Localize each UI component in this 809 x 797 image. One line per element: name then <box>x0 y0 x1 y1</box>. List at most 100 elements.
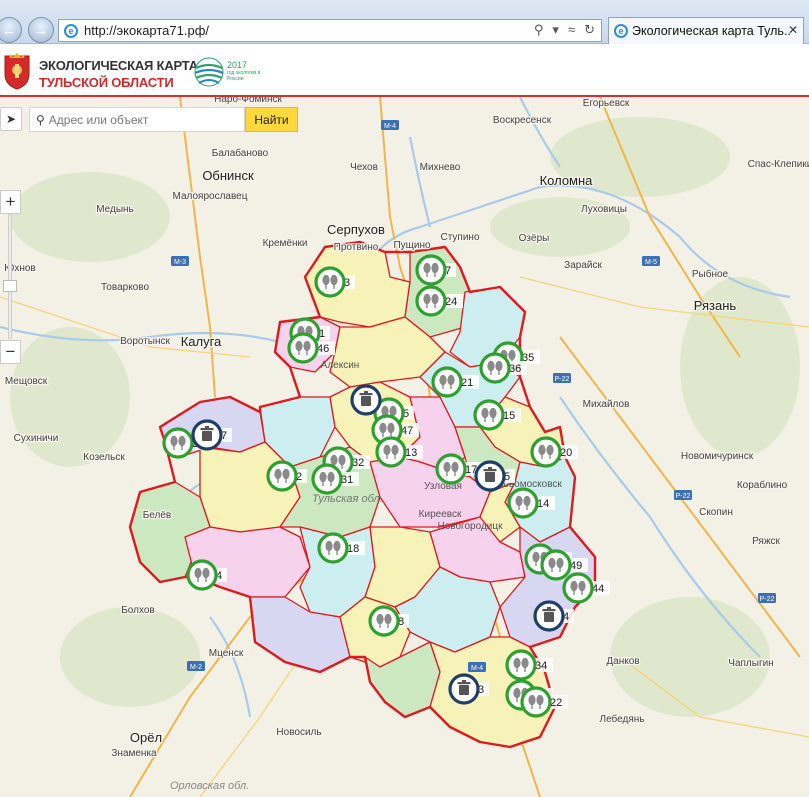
year-caption: год экологии в России <box>227 70 261 82</box>
city-label: Ряжск <box>752 536 780 547</box>
road-sign: Р-22 <box>758 593 776 603</box>
marker-count: 32 <box>352 457 364 469</box>
browser-tab[interactable]: e Экологическая карта Туль... ✕ <box>608 17 804 44</box>
city-label: Чаплыгин <box>728 658 773 669</box>
city-label: Зарайск <box>564 260 602 271</box>
road-sign-label: Р-22 <box>760 596 775 603</box>
city-label: Луховицы <box>581 204 627 215</box>
road-sign-label: Р-22 <box>676 493 691 500</box>
town-label: Киреевск <box>419 509 462 520</box>
city-label: Знаменка <box>111 748 157 759</box>
logo-title[interactable]: ЭКОЛОГИЧЕСКАЯ КАРТА <box>39 58 198 73</box>
city-label: Озёры <box>519 233 550 244</box>
back-button[interactable]: ← <box>0 17 22 43</box>
city-label: Новосиль <box>276 727 321 738</box>
city-label: Медынь <box>96 204 134 215</box>
marker-count: 15 <box>503 410 515 422</box>
browser-toolbar: ← → e http://экокарта71.рф/ ⚲ ▾ ≈ ↻ e Эк… <box>0 0 809 44</box>
trash-can-icon <box>457 680 471 695</box>
map-search-input[interactable] <box>48 112 239 127</box>
geolocation-button[interactable]: ➤ <box>0 107 22 131</box>
road-sign: Р-22 <box>553 373 571 383</box>
city-label: Рязань <box>694 298 737 313</box>
marker-count: 21 <box>461 377 473 389</box>
town-label: Новогородицк <box>438 521 504 532</box>
city-label: Кремёнки <box>263 238 308 249</box>
marker-count: 47 <box>401 425 413 437</box>
dropdown-icon[interactable]: ▾ <box>552 22 559 38</box>
refresh-icon[interactable]: ↻ <box>584 22 595 38</box>
trash-can-icon <box>200 426 214 441</box>
city-label: Серпухов <box>327 222 385 237</box>
city-label: Скопин <box>699 507 733 518</box>
city-label: Егорьевск <box>583 98 630 109</box>
road-sign-label: М-3 <box>174 259 186 266</box>
forward-arrow-icon: → <box>33 21 49 39</box>
city-label: Сухиничи <box>14 433 59 444</box>
city-label: Воскресенск <box>493 115 552 126</box>
road-sign: М-4 <box>381 120 399 130</box>
zoom-slider-thumb[interactable] <box>3 280 17 292</box>
coat-of-arms-icon <box>4 53 30 90</box>
city-label: Обнинск <box>202 168 254 183</box>
waste-marker[interactable] <box>350 384 382 416</box>
marker-count: 14 <box>537 498 549 510</box>
tab-close-icon[interactable]: ✕ <box>788 23 798 37</box>
search-icon[interactable]: ⚲ <box>534 22 544 38</box>
tab-title: Экологическая карта Туль... <box>632 24 792 38</box>
marker-count: 20 <box>560 447 572 459</box>
back-arrow-icon: ← <box>1 21 17 39</box>
city-label: Болхов <box>121 605 155 616</box>
trash-can-icon <box>359 391 373 406</box>
address-text[interactable]: http://экокарта71.рф/ <box>84 23 209 38</box>
marker-count: 24 <box>445 296 457 308</box>
marker-count: 13 <box>405 447 417 459</box>
city-label: Новомичуринск <box>681 451 754 462</box>
city-label: Орёл <box>130 730 162 745</box>
address-bar[interactable]: e http://экокарта71.рф/ ⚲ ▾ ≈ ↻ <box>58 19 602 42</box>
city-label: Данков <box>606 656 639 667</box>
marker-count: 49 <box>570 560 582 572</box>
map-canvas[interactable]: М-4 М-3 М-5 Р-22 Р-22 Р-22 М-4 М-2 Наро-Фоминск… <box>0 97 809 797</box>
plus-icon: + <box>5 192 16 211</box>
zoom-in-button[interactable]: + <box>0 190 21 214</box>
minus-icon: − <box>5 342 16 361</box>
map-search-box[interactable]: ⚲ <box>29 107 245 132</box>
marker-count: 44 <box>592 583 604 595</box>
find-button[interactable]: Найти <box>245 107 298 132</box>
road-sign: М-5 <box>642 256 660 266</box>
zoom-out-button[interactable]: − <box>0 340 21 364</box>
city-label: Коломна <box>540 173 594 188</box>
ie-tab-icon: e <box>614 24 628 38</box>
marker-count: 31 <box>341 474 353 486</box>
marker-count: 18 <box>347 543 359 555</box>
year-of-ecology-logo-icon <box>194 57 224 87</box>
logo-subtitle[interactable]: ТУЛЬСКОЙ ОБЛАСТИ <box>39 75 174 90</box>
map-svg[interactable]: М-4 М-3 М-5 Р-22 Р-22 Р-22 М-4 М-2 Наро-Фоминск… <box>0 97 809 797</box>
road-sign: М-3 <box>171 256 189 266</box>
city-label: Ступино <box>441 232 480 243</box>
zoom-slider-track[interactable] <box>8 214 12 339</box>
compatibility-icon[interactable]: ≈ <box>568 22 575 38</box>
location-arrow-icon: ➤ <box>5 112 17 126</box>
city-label: Михайлов <box>583 399 630 410</box>
road-sign: Р-22 <box>674 490 692 500</box>
city-label: Воротынск <box>120 336 170 347</box>
year-number: 2017 <box>227 60 248 70</box>
search-icon: ⚲ <box>36 112 45 127</box>
marker-count: 22 <box>550 697 562 709</box>
road-sign-label: М-5 <box>645 259 657 266</box>
forward-button[interactable]: → <box>28 17 54 43</box>
road-sign-label: Р-22 <box>555 376 570 383</box>
city-label: Малоярославец <box>173 191 248 202</box>
trash-can-icon <box>542 607 556 622</box>
marker-count: 46 <box>317 343 329 355</box>
city-label: Рыбное <box>692 268 729 280</box>
city-label: Наро-Фоминск <box>214 97 282 105</box>
road-sign-label: М-2 <box>190 664 202 671</box>
city-label: Лебедянь <box>600 713 645 725</box>
city-label: Мценск <box>209 648 244 659</box>
city-label: Балабаново <box>212 147 269 159</box>
road-sign: М-4 <box>468 662 486 672</box>
city-label: Пущино <box>393 240 431 251</box>
